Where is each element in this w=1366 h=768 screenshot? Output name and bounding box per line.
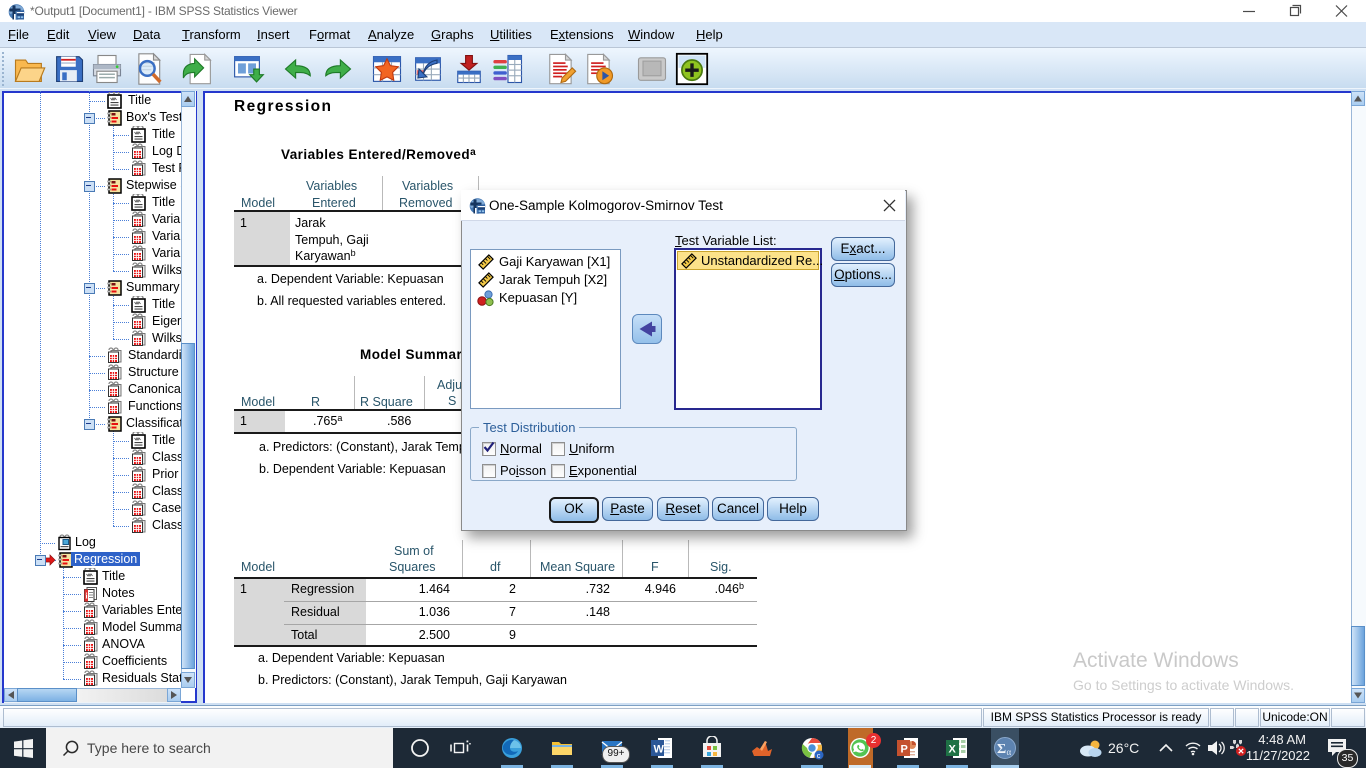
svg-text:W: W	[654, 744, 665, 756]
svg-text:X: X	[949, 744, 957, 756]
svg-text:α: α	[1007, 747, 1012, 757]
svg-text:P: P	[901, 744, 908, 756]
svg-text:Σ: Σ	[997, 742, 1006, 757]
svg-text:c: c	[817, 751, 821, 760]
